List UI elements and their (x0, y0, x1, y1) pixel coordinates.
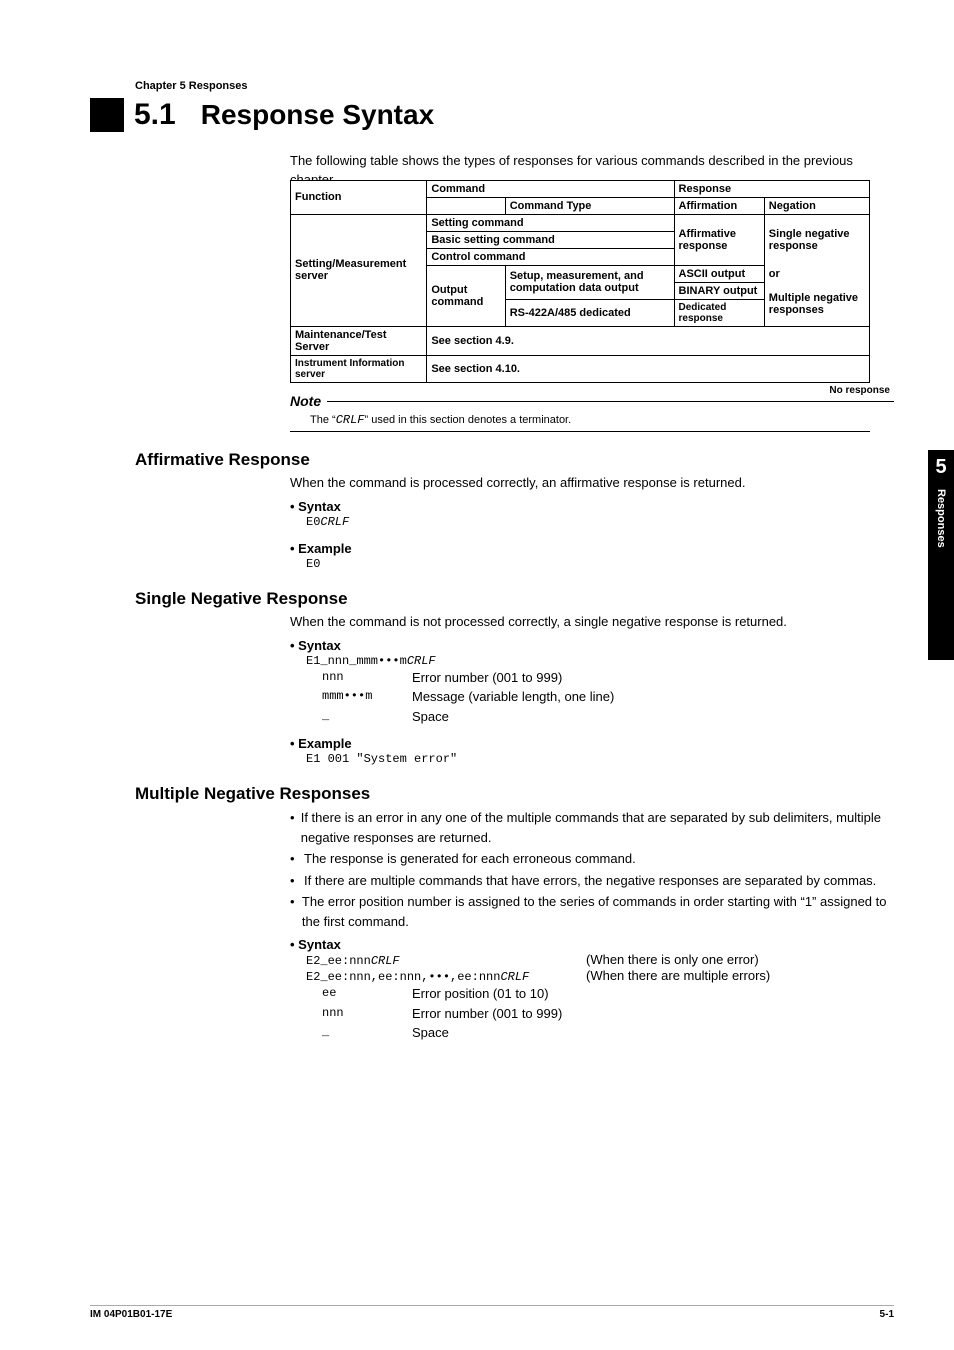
bullet-icon: • (290, 849, 304, 869)
mul-item1: The response is generated for each erron… (304, 849, 636, 869)
cell-ascii: ASCII output (674, 265, 764, 282)
title-row: 5.1 Response Syntax (90, 98, 894, 132)
mul-v1: Error number (001 to 999) (412, 1004, 562, 1024)
cell-single-neg: Single negative response (764, 214, 869, 265)
footer: IM 04P01B01-17E 5-1 (90, 1305, 894, 1320)
mul-sx2-note: (When there are multiple errors) (586, 968, 770, 984)
bullet-icon: • (290, 871, 304, 891)
sng-k2: _ (322, 707, 412, 727)
sng-desc: When the command is not processed correc… (290, 613, 894, 632)
cell-rs: RS-422A/485 dedicated (505, 299, 674, 326)
cell-multi-neg: Multiple negative responses (764, 282, 869, 326)
sng-k0: nnn (322, 668, 412, 688)
footer-right: 5-1 (880, 1309, 894, 1320)
cell-setup: Setup, measurement, and computation data… (505, 265, 674, 299)
cell-affirm-resp: Affirmative response (674, 214, 764, 265)
title-block-icon (90, 98, 124, 132)
th-negation: Negation (764, 197, 869, 214)
side-tab: 5 Responses (928, 450, 954, 660)
sng-syntax-code: E1_nnn_mmm•••m (306, 654, 407, 668)
sng-example-code: E1 001 "System error" (306, 752, 457, 766)
cell-info: Instrument Information server (291, 355, 427, 382)
note-post: ” used in this section denotes a termina… (365, 414, 572, 426)
note-pre: The “ (310, 414, 336, 426)
mul-sx1-note: (When there is only one error) (586, 952, 759, 968)
cell-maint-cmd: See section 4.9. (427, 326, 870, 355)
mul-item0: If there is an error in any one of the m… (301, 808, 894, 847)
cell-setting: Setting command (427, 214, 674, 231)
sng-k1: mmm•••m (322, 687, 412, 707)
aff-syntax-code: E0 (306, 515, 320, 529)
side-tab-number: 5 (935, 456, 946, 479)
mul-sx2-crlf: CRLF (500, 970, 529, 984)
note-body: The “CRLF” used in this section denotes … (290, 409, 870, 432)
cell-binary: BINARY output (674, 282, 764, 299)
chapter-header: Chapter 5 Responses (90, 80, 894, 92)
cell-control: Control command (427, 248, 674, 265)
cell-or: or (764, 265, 869, 282)
aff-desc: When the command is processed correctly,… (290, 474, 894, 493)
sng-v1: Message (variable length, one line) (412, 687, 614, 707)
heading-affirmative: Affirmative Response (135, 450, 894, 470)
aff-example-code: E0 (306, 557, 320, 571)
note-title: Note (290, 393, 321, 409)
mul-sx1-crlf: CRLF (371, 954, 400, 968)
sng-v2: Space (412, 707, 449, 727)
bullet-icon: • (290, 892, 302, 931)
th-command-type: Command Type (505, 197, 674, 214)
mul-sx1-code: E2_ee:nnn (306, 954, 371, 968)
section-title: Response Syntax (201, 99, 434, 131)
sng-syntax-label: Syntax (290, 638, 894, 653)
sng-v0: Error number (001 to 999) (412, 668, 562, 688)
bullet-icon: • (290, 808, 301, 847)
mul-item3: The error position number is assigned to… (302, 892, 894, 931)
cell-output: Output command (427, 265, 505, 326)
cell-noresp: No response (828, 385, 891, 396)
sng-syntax-crlf: CRLF (407, 654, 436, 668)
mul-syntax-label: Syntax (290, 937, 894, 952)
cell-basic: Basic setting command (427, 231, 674, 248)
th-affirmation: Affirmation (674, 197, 764, 214)
section-number: 5.1 (134, 98, 176, 132)
mul-k2: _ (322, 1023, 412, 1043)
mul-v2: Space (412, 1023, 449, 1043)
th-command: Command (427, 180, 674, 197)
th-response: Response (674, 180, 869, 197)
cell-func1: Setting/Measurement server (291, 214, 427, 326)
heading-single-neg: Single Negative Response (135, 589, 894, 609)
side-tab-text: Responses (935, 489, 947, 548)
aff-syntax-crlf: CRLF (320, 515, 349, 529)
sng-example-label: Example (290, 736, 894, 751)
footer-left: IM 04P01B01-17E (90, 1309, 172, 1320)
cell-info-cmd: See section 4.10. (427, 355, 870, 382)
aff-example-label: Example (290, 541, 894, 556)
note-crlf: CRLF (336, 413, 365, 427)
mul-k1: nnn (322, 1004, 412, 1024)
cell-maint: Maintenance/Test Server (291, 326, 427, 355)
mul-k0: ee (322, 984, 412, 1004)
mul-item2: If there are multiple commands that have… (304, 871, 876, 891)
note-heading: Note (290, 393, 894, 409)
mul-sx2-code: E2_ee:nnn,ee:nnn,•••,ee:nnn (306, 970, 500, 984)
heading-multi-neg: Multiple Negative Responses (135, 784, 894, 804)
note-rule-icon (327, 400, 894, 402)
cell-dedicated: Dedicated response (674, 299, 764, 326)
response-table: Function Command Response Command Type A… (290, 180, 870, 383)
aff-syntax-label: Syntax (290, 499, 894, 514)
th-function: Function (291, 180, 427, 214)
mul-v0: Error position (01 to 10) (412, 984, 549, 1004)
